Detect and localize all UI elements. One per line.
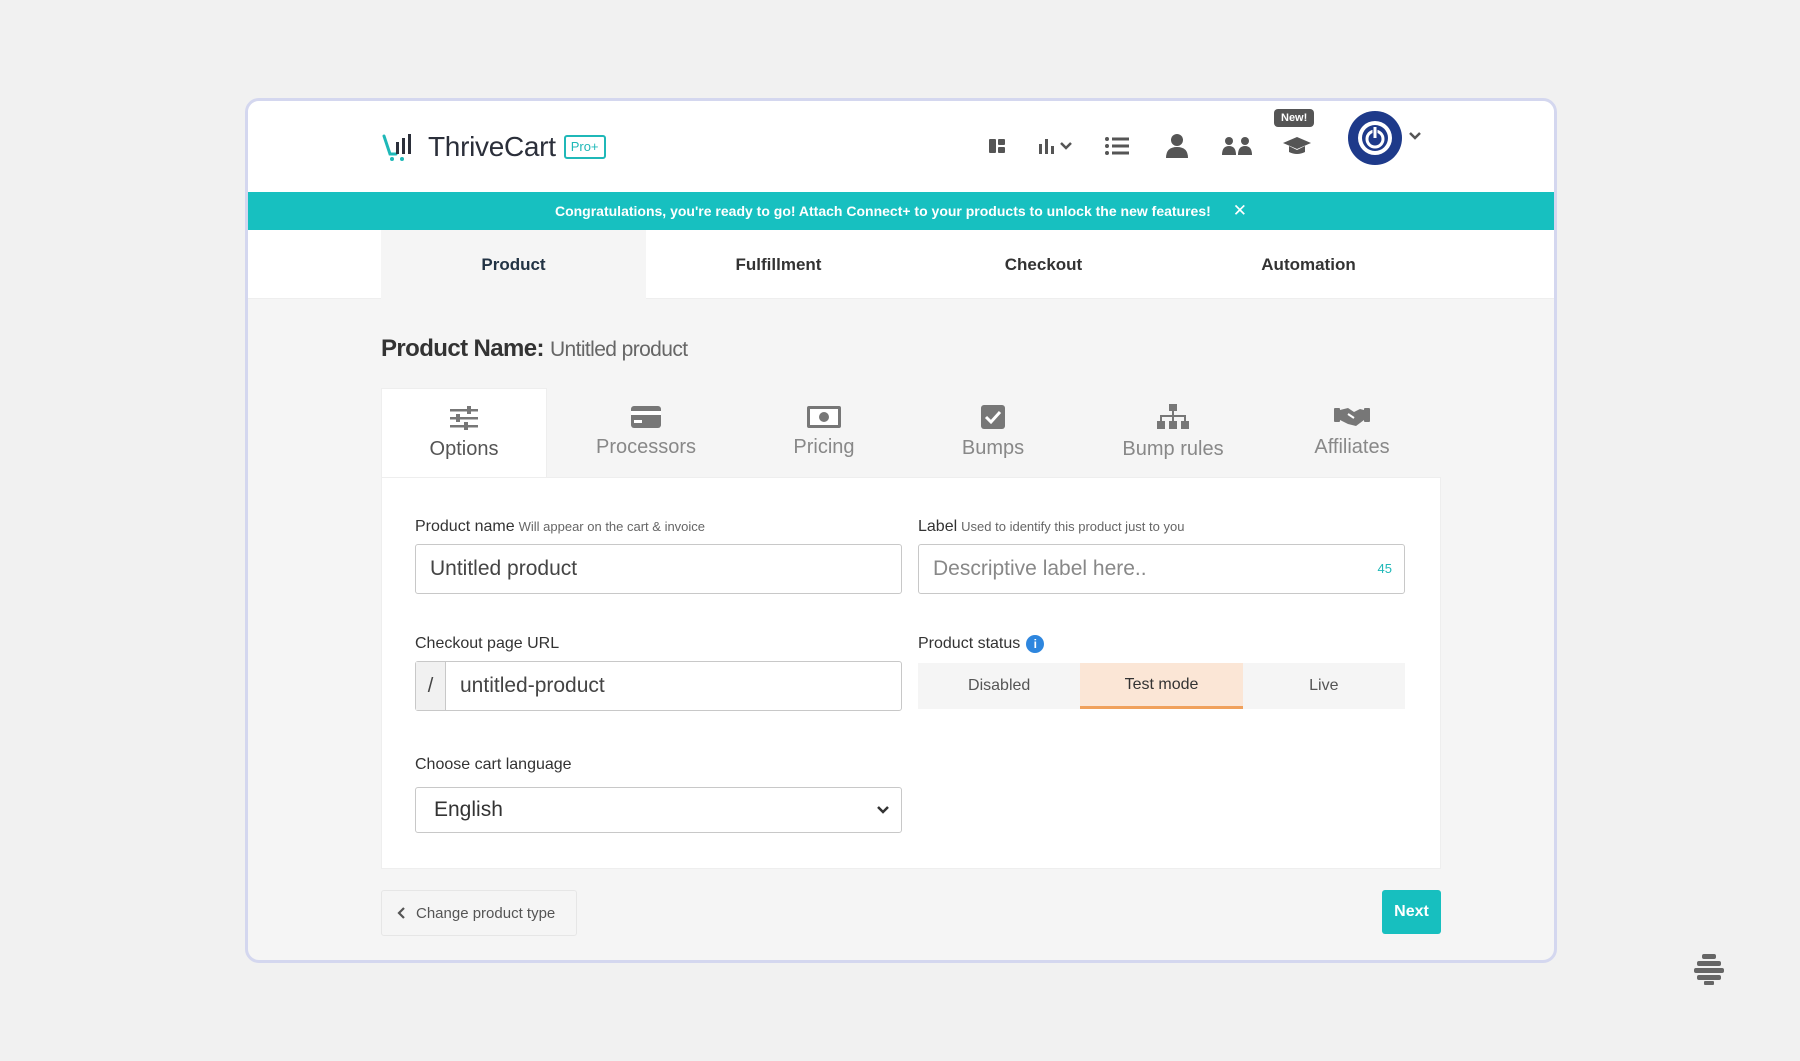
status-test-mode[interactable]: Test mode [1080,663,1243,709]
subtab-affiliates[interactable]: Affiliates [1263,388,1441,477]
product-name-hint: Will appear on the cart & invoice [518,519,706,534]
handshake-icon [1334,408,1370,426]
power-icon [1358,121,1392,155]
subtab-pricing[interactable]: Pricing [745,388,903,477]
product-status-label: Product status i [918,635,1045,653]
chevron-down-icon [877,806,889,814]
avatar[interactable] [1348,111,1402,165]
dashboard-icon[interactable] [976,127,1018,165]
subtab-label: Bumps [961,437,1025,459]
beehive-icon[interactable] [1692,952,1726,986]
char-counter: 45 [1377,561,1392,576]
new-badge: New! [1274,109,1315,127]
learn-icon[interactable]: New! [1274,109,1318,165]
page-title: Product Name: Untitled product [381,335,688,363]
subtab-options[interactable]: Options [381,388,547,477]
analytics-icon[interactable] [1036,127,1078,165]
subtab-bumps[interactable]: Bumps [903,388,1083,477]
checkout-url-label: Checkout page URL [415,635,560,652]
label-field-hint: Used to identify this product just to yo… [961,519,1185,534]
sliders-icon [450,405,478,430]
chevron-down-icon[interactable] [1408,131,1422,141]
subtab-label: Options [429,437,499,460]
info-icon[interactable]: i [1026,635,1045,653]
banner-message: Congratulations, you're ready to go! Att… [554,203,1211,219]
checkout-url-value: untitled-product [460,674,605,697]
money-icon [807,406,841,428]
page-title-value: Untitled product [549,338,688,361]
product-name-value: Untitled product [430,557,578,580]
list-icon[interactable] [1096,127,1138,165]
subtab-processors[interactable]: Processors [547,388,745,477]
logo[interactable]: ThriveCart Pro+ [382,131,606,163]
sub-tabs: Options Processors Pricing Bumps Bump ru… [381,388,1441,477]
label-field-label-text: Label [918,518,958,535]
subtab-label: Bump rules [1122,438,1224,460]
status-live[interactable]: Live [1243,663,1405,709]
close-icon[interactable]: ✕ [1233,201,1247,221]
subtab-label: Affiliates [1314,436,1390,458]
status-disabled[interactable]: Disabled [918,663,1080,709]
label-field-label: Label Used to identify this product just … [918,518,1184,536]
top-nav: New! [976,109,1336,165]
logo-text: ThriveCart [428,131,556,162]
page-title-label: Product Name: [381,335,545,362]
affiliates-icon[interactable] [1216,127,1258,165]
label-input[interactable]: Descriptive label here.. 45 [918,544,1405,594]
tab-product[interactable]: Product [381,230,646,299]
chevron-left-icon [397,907,405,919]
plan-badge: Pro+ [563,135,606,159]
change-product-type-button[interactable]: Change product type [381,890,577,936]
checkbox-icon [981,405,1005,429]
product-status-toggle: Disabled Test mode Live [918,663,1405,709]
tab-automation[interactable]: Automation [1176,230,1441,299]
cart-language-label: Choose cart language [415,756,572,773]
user-icon[interactable] [1156,127,1198,165]
tab-checkout[interactable]: Checkout [911,230,1176,299]
change-product-type-label: Change product type [416,904,556,922]
credit-card-icon [631,406,661,428]
product-name-input[interactable]: Untitled product [415,544,902,594]
subtab-label: Processors [595,436,697,458]
notification-banner: Congratulations, you're ready to go! Att… [248,192,1554,230]
options-panel: Product name Will appear on the cart & in… [381,477,1441,869]
cart-logo-icon [382,134,411,161]
product-name-label-text: Product name [415,518,515,535]
app-window: ThriveCart Pro+ New! Congratulations, yo… [245,98,1557,963]
product-status-label-text: Product status [918,635,1021,653]
url-prefix: / [416,662,446,710]
sitemap-icon [1157,404,1189,429]
main-tabs: Product Fulfillment Checkout Automation [248,230,1554,299]
next-button[interactable]: Next [1382,890,1441,934]
subtab-label: Pricing [793,436,855,458]
product-name-label: Product name Will appear on the cart & in… [415,518,705,536]
subtab-bump-rules[interactable]: Bump rules [1083,388,1263,477]
label-placeholder: Descriptive label here.. [933,557,1147,580]
cart-language-select[interactable]: English [415,787,902,833]
tab-fulfillment[interactable]: Fulfillment [646,230,911,299]
cart-language-value: English [434,798,503,821]
top-bar: ThriveCart Pro+ New! [248,101,1554,192]
checkout-url-input[interactable]: / untitled-product [415,661,902,711]
